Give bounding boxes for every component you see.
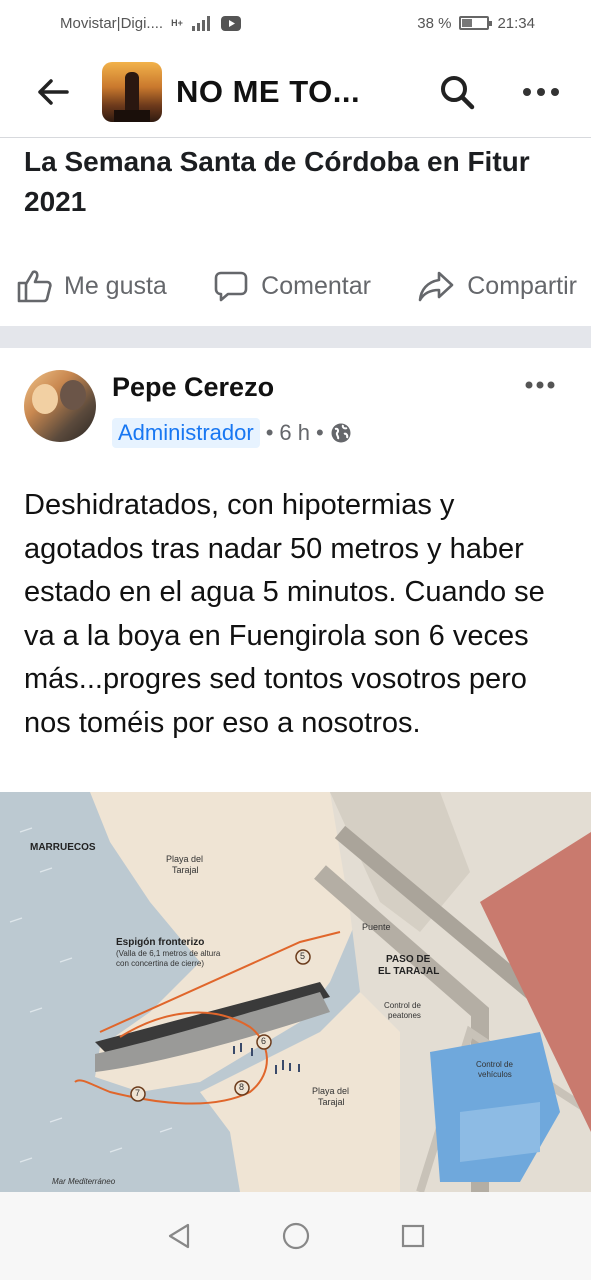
map-label-puente: Puente [362,922,391,932]
map-label-playa-bottom-1: Playa del [312,1086,350,1096]
globe-icon [331,423,351,443]
group-title[interactable]: NO ME TO... [176,74,435,110]
share-icon [418,271,454,302]
post-time[interactable]: 6 h [279,420,310,446]
battery-fill [462,19,473,27]
map-label-playa-bottom-2: Tarajal [318,1097,345,1107]
clock: 21:34 [497,14,535,32]
carrier-text: Movistar|Digi.... [60,14,164,32]
shared-post-title[interactable]: La Semana Santa de Córdoba en Fitur 2021 [24,142,564,222]
like-button[interactable]: Me gusta [16,269,167,303]
map-marker-8: 8 [239,1082,245,1092]
status-left: Movistar|Digi.... H+ [60,15,241,32]
map-label-peatones-2: peatones [388,1011,421,1020]
recents-square-icon[interactable] [393,1216,433,1256]
map-label-paso-1: PASO DE [386,954,431,965]
comment-icon [214,271,248,302]
map-label-playa-top-2: Tarajal [172,865,199,875]
map-marker-5: 5 [300,951,306,961]
battery-icon [459,16,493,30]
meta-separator-2: • [316,420,324,445]
post-image-map[interactable]: MARRUECOS Playa del Tarajal Espigón fron… [0,792,591,1192]
author-name[interactable]: Pepe Cerezo [112,372,274,403]
back-triangle-icon[interactable] [159,1216,199,1256]
home-circle-icon[interactable] [276,1216,316,1256]
status-right: 38 % 21:34 [417,15,535,32]
map-label-mar: Mar Mediterráneo [52,1177,116,1186]
post-actions: Me gusta Comentar Compartir [0,258,591,314]
battery-percent: 38 % [417,14,452,32]
map-marker-7: 7 [135,1088,141,1098]
post-meta: Administrador • 6 h • [112,418,352,448]
post-text: Deshidratados, con hipotermias y agotado… [24,489,545,739]
post-header: Pepe Cerezo Administrador • 6 h • [24,368,572,458]
meta-separator: • [265,420,274,445]
group-header: NO ME TO... [0,46,591,138]
map-label-playa-top-1: Playa del [166,854,204,864]
comment-button[interactable]: Comentar [213,269,371,303]
post-more-icon[interactable] [522,370,558,400]
search-icon[interactable] [435,70,479,114]
group-avatar[interactable] [102,61,162,122]
author-avatar[interactable] [24,370,96,442]
like-label: Me gusta [64,271,167,300]
signal-icon [191,16,210,31]
map-label-paso-2: EL TARAJAL [378,966,440,977]
status-bar: Movistar|Digi.... H+ 38 % 21:34 [0,0,591,46]
share-label: Compartir [467,271,577,300]
youtube-icon [220,15,241,31]
comment-label: Comentar [261,271,371,300]
signal-text: H+ [171,18,183,28]
more-icon[interactable] [519,70,563,114]
admin-badge[interactable]: Administrador [112,418,260,448]
back-arrow-icon[interactable] [36,75,70,109]
map-label-vehiculos-2: vehículos [478,1070,512,1079]
system-nav-bar [0,1192,591,1280]
map-label-espigon-1: Espigón fronterizo [116,937,205,948]
map-label-espigon-3: con concertina de cierre) [116,959,205,968]
share-button[interactable]: Compartir [417,269,577,303]
map-marker-6: 6 [261,1036,267,1046]
thumbs-up-icon [17,270,52,303]
feed-separator [0,326,591,348]
map-label-marruecos: MARRUECOS [30,842,96,853]
